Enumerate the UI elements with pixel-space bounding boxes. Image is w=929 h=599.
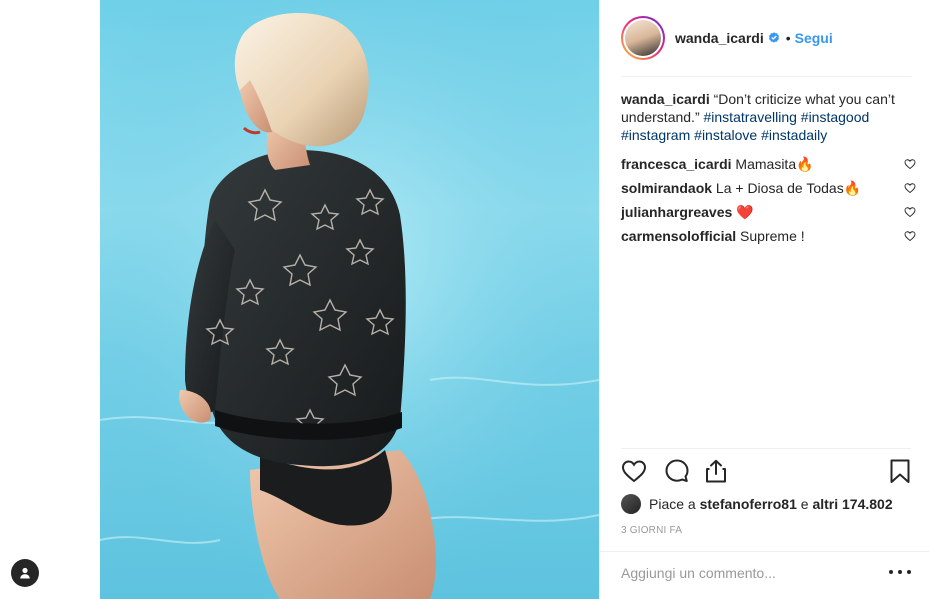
comment-item: carmensolofficial Supreme ! bbox=[621, 224, 916, 248]
actions-divider bbox=[621, 448, 911, 449]
author-avatar[interactable] bbox=[621, 16, 665, 60]
follow-button[interactable]: Segui bbox=[795, 30, 833, 46]
likes-prefix: Piace a bbox=[649, 496, 696, 512]
caption-author[interactable]: wanda_icardi bbox=[621, 91, 710, 107]
hashtag[interactable]: #instalove bbox=[694, 127, 757, 143]
left-margin bbox=[0, 0, 100, 599]
hashtag[interactable]: #instagram bbox=[621, 127, 690, 143]
comment-text: ❤️ bbox=[736, 203, 754, 220]
like-comment-heart-icon[interactable] bbox=[904, 158, 916, 170]
header-divider bbox=[621, 76, 911, 77]
liker-username[interactable]: stefanoferro81 bbox=[700, 496, 797, 512]
comment-author[interactable]: carmensolofficial bbox=[621, 228, 736, 244]
like-comment-heart-icon[interactable] bbox=[904, 206, 916, 218]
more-icon bbox=[889, 570, 893, 574]
comment-text: La + Diosa de Todas🔥 bbox=[715, 179, 862, 196]
comment-item: solmirandaok La + Diosa de Todas🔥 bbox=[621, 176, 916, 200]
heart-icon[interactable] bbox=[621, 458, 647, 484]
post-caption: wanda_icardi “Don’t criticize what you c… bbox=[621, 90, 916, 144]
more-options-button[interactable] bbox=[889, 566, 911, 578]
comment-text: Supreme ! bbox=[740, 228, 805, 244]
share-icon[interactable] bbox=[703, 458, 729, 484]
likes-summary: Piace a stefanoferro81 e altri 174.802 bbox=[621, 494, 893, 514]
post-actions bbox=[621, 458, 911, 488]
post-photo[interactable] bbox=[100, 0, 599, 599]
author-username[interactable]: wanda_icardi bbox=[675, 30, 764, 46]
hashtag[interactable]: #instagood bbox=[801, 109, 870, 125]
verified-icon bbox=[768, 32, 779, 43]
separator-dot: • bbox=[785, 30, 791, 46]
liker-avatar[interactable] bbox=[621, 494, 641, 514]
post-header: wanda_icardi • Segui bbox=[600, 0, 929, 76]
comments-list: wanda_icardi “Don’t criticize what you c… bbox=[621, 90, 916, 248]
user-icon bbox=[20, 567, 30, 579]
like-comment-heart-icon[interactable] bbox=[904, 230, 916, 242]
add-comment-input[interactable] bbox=[621, 562, 876, 584]
comment-divider bbox=[600, 551, 929, 552]
author-avatar-image bbox=[625, 20, 661, 56]
likes-count[interactable]: altri 174.802 bbox=[812, 496, 892, 512]
hashtag[interactable]: #instatravelling bbox=[704, 109, 797, 125]
profile-button[interactable] bbox=[11, 559, 39, 587]
bookmark-icon[interactable] bbox=[887, 458, 913, 484]
post-photo-illustration bbox=[100, 0, 599, 599]
comment-text: Mamasita🔥 bbox=[735, 155, 814, 172]
likes-connector: e bbox=[800, 496, 809, 512]
hashtag[interactable]: #instadaily bbox=[761, 127, 827, 143]
post-details-panel: wanda_icardi • Segui wanda_icardi “Don’t… bbox=[599, 0, 929, 599]
comment-icon[interactable] bbox=[664, 458, 690, 484]
post-timestamp[interactable]: 3 GIORNI FA bbox=[621, 525, 682, 536]
comment-author[interactable]: solmirandaok bbox=[621, 180, 712, 196]
comment-item: francesca_icardi Mamasita🔥 bbox=[621, 152, 916, 176]
like-comment-heart-icon[interactable] bbox=[904, 182, 916, 194]
comment-item: julianhargreaves ❤️ bbox=[621, 200, 916, 224]
comment-author[interactable]: julianhargreaves bbox=[621, 204, 732, 220]
comment-author[interactable]: francesca_icardi bbox=[621, 156, 732, 172]
